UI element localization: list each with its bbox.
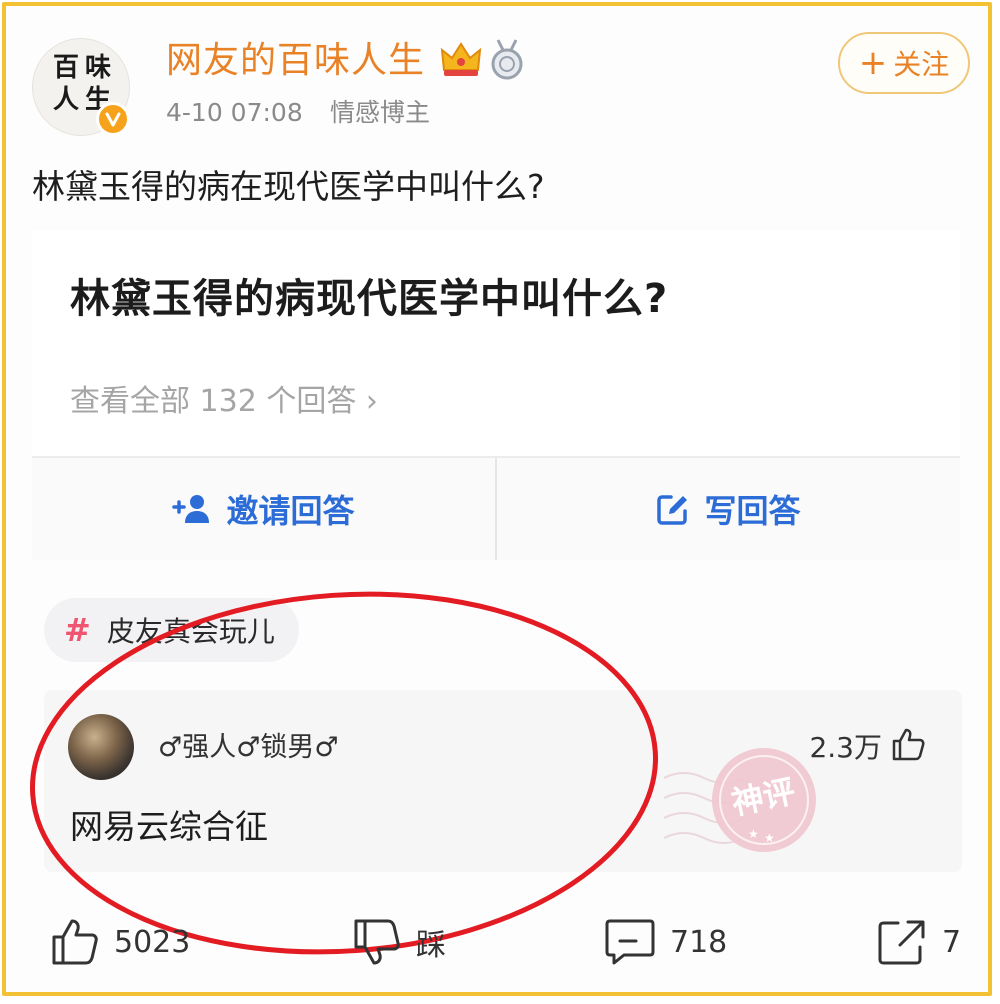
topic-tag[interactable]: # 皮友真会玩儿	[44, 598, 299, 662]
author-name[interactable]: 网友的百味人生	[166, 36, 425, 86]
invite-answer-button[interactable]: 邀请回答	[32, 458, 495, 560]
like-count: 5023	[114, 924, 191, 960]
svg-text:★: ★	[764, 831, 775, 845]
follow-label: 关注	[893, 48, 950, 81]
comment-like-count: 2.3万	[809, 731, 882, 764]
author-role: 情感博主	[330, 98, 431, 127]
commenter-avatar[interactable]	[68, 714, 134, 780]
hashtag-icon: #	[64, 611, 91, 649]
hot-comment[interactable]: ♂强人♂锁男♂ 神评 ★ ★ 2.3万 网易云综合征	[44, 690, 962, 872]
view-all-answers-link[interactable]: 查看全部 132 个回答 ›	[70, 380, 378, 424]
comment-icon	[605, 919, 655, 965]
plus-icon: +	[858, 43, 888, 83]
like-button[interactable]: 5023	[50, 912, 190, 972]
share-count: 7	[942, 924, 962, 960]
share-icon	[878, 920, 925, 965]
comment-count: 718	[670, 924, 728, 960]
commenter-name[interactable]: ♂强人♂锁男♂	[158, 728, 339, 768]
thumbs-down-icon	[354, 919, 400, 965]
edit-icon	[657, 495, 688, 525]
follow-button[interactable]: + 关注	[838, 32, 970, 94]
topic-tag-label: 皮友真会玩儿	[106, 615, 275, 648]
question-card[interactable]: 林黛玉得的病现代医学中叫什么? 查看全部 132 个回答 › 邀请回答 写回答	[32, 230, 960, 560]
crown-icon	[440, 40, 482, 84]
verified-icon	[96, 102, 130, 136]
avatar-char: 人	[53, 85, 82, 115]
comment-text: 网易云综合征	[70, 807, 268, 846]
dislike-button[interactable]: 踩	[352, 912, 446, 972]
post-text: 林黛玉得的病在现代医学中叫什么?	[32, 167, 545, 206]
write-answer-button[interactable]: 写回答	[495, 458, 960, 560]
comment-like-icon[interactable]	[890, 726, 926, 766]
svg-text:★: ★	[748, 827, 759, 841]
question-actions: 邀请回答 写回答	[32, 456, 960, 560]
invite-answer-label: 邀请回答	[226, 492, 355, 530]
avatar-char: 百	[53, 53, 82, 83]
thumbs-up-icon	[52, 919, 98, 965]
share-button[interactable]: 7	[876, 912, 961, 972]
medal-icon	[488, 38, 526, 84]
add-person-icon	[172, 495, 210, 523]
avatar-char: 味	[85, 53, 114, 83]
write-answer-label: 写回答	[704, 492, 801, 530]
question-title[interactable]: 林黛玉得的病现代医学中叫什么?	[70, 270, 668, 328]
comment-button[interactable]: 718	[604, 912, 727, 972]
dislike-label: 踩	[416, 928, 446, 963]
post-time: 4-10 07:08	[166, 98, 303, 127]
